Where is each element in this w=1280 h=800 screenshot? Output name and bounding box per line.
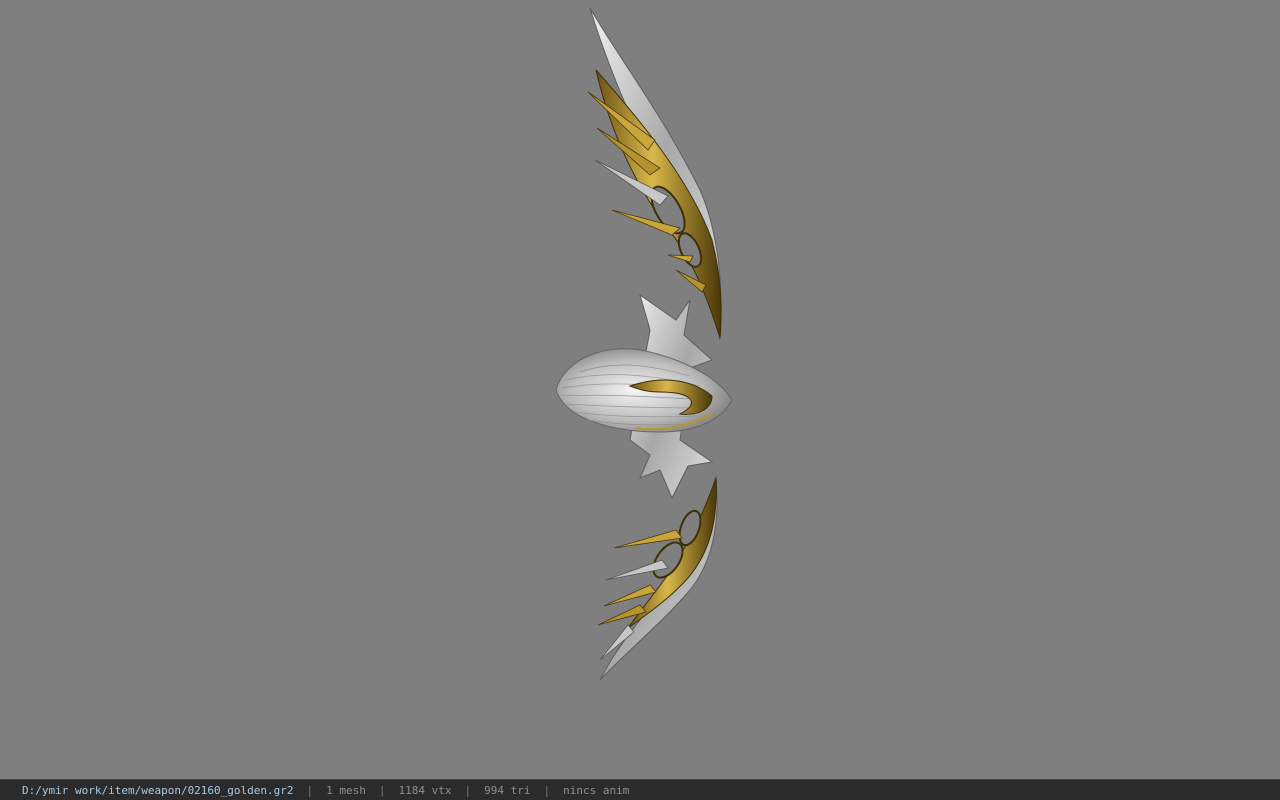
lower-limb xyxy=(597,475,718,681)
mesh-count: 1 mesh xyxy=(326,783,366,797)
bow-model-render xyxy=(555,7,733,681)
status-separator: | xyxy=(464,783,472,797)
bow-riser xyxy=(555,293,733,500)
status-bar: D:/ymir work/item/weapon/02160_golden.gr… xyxy=(0,779,1280,800)
animation-status: nincs anim xyxy=(563,783,630,797)
vertex-count: 1184 vtx xyxy=(398,783,452,797)
triangle-count: 994 tri xyxy=(484,783,531,797)
status-separator: | xyxy=(306,783,314,797)
file-path: D:/ymir work/item/weapon/02160_golden.gr… xyxy=(22,783,294,797)
3d-viewport[interactable] xyxy=(0,0,1280,779)
status-separator: | xyxy=(543,783,551,797)
upper-limb xyxy=(587,7,722,341)
status-separator: | xyxy=(378,783,386,797)
